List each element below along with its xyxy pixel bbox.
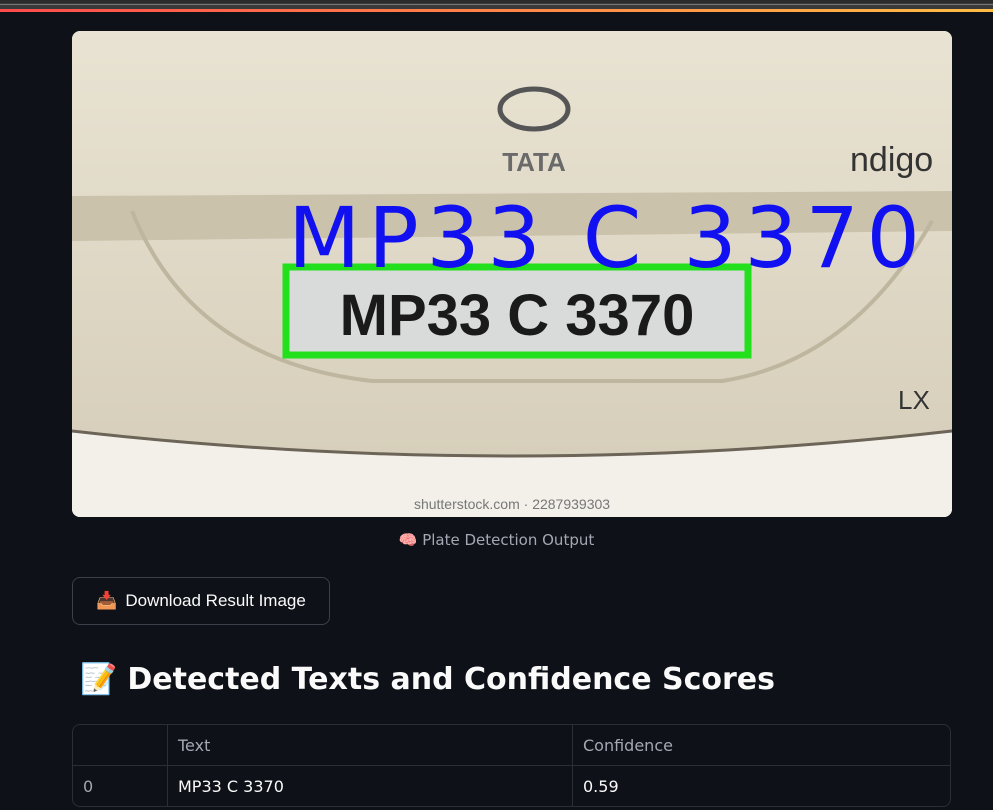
car-model-text: ndigo bbox=[850, 141, 933, 179]
header-decoration bbox=[0, 9, 993, 12]
memo-icon: 📝 bbox=[80, 662, 118, 697]
confidence-header[interactable]: Confidence bbox=[573, 725, 950, 766]
table-header-row: Text Confidence bbox=[73, 725, 950, 766]
image-caption: 🧠 Plate Detection Output bbox=[398, 531, 595, 549]
watermark: shutterstock.com · 2287939303 bbox=[414, 496, 610, 512]
row-confidence[interactable]: 0.59 bbox=[573, 766, 950, 806]
section-heading: 📝 Detected Texts and Confidence Scores bbox=[80, 662, 775, 697]
car-badge-text: LX bbox=[898, 385, 930, 415]
index-header bbox=[73, 725, 168, 766]
results-table[interactable]: Text Confidence 0 MP33 C 3370 0.59 bbox=[72, 724, 951, 807]
section-title: Detected Texts and Confidence Scores bbox=[127, 662, 775, 697]
table-row: 0 MP33 C 3370 0.59 bbox=[73, 766, 950, 806]
detected-label-text: MP33 C 3370 bbox=[288, 189, 920, 287]
text-header[interactable]: Text bbox=[168, 725, 573, 766]
car-brand-text: TATA bbox=[502, 147, 566, 177]
download-icon: 📥 bbox=[96, 591, 118, 610]
download-result-button[interactable]: 📥 Download Result Image bbox=[72, 577, 330, 625]
result-image: TATA ndigo LX MP33 C 3370 MP33 C 3370 sh… bbox=[72, 31, 952, 517]
row-index: 0 bbox=[73, 766, 168, 806]
download-label: Download Result Image bbox=[125, 591, 306, 610]
row-text[interactable]: MP33 C 3370 bbox=[168, 766, 573, 806]
license-plate-text: MP33 C 3370 bbox=[340, 283, 695, 348]
